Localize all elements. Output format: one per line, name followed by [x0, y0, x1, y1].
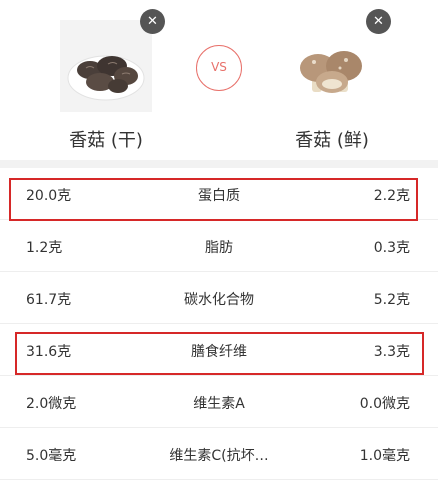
close-icon: ✕ — [147, 14, 158, 29]
remove-dried-shiitake-button[interactable]: ✕ — [140, 9, 165, 34]
right-value: 3.3克 — [373, 344, 410, 360]
left-food-name: 香菇 (干) — [69, 130, 143, 151]
nutrient-label: 碳水化合物 — [184, 292, 254, 308]
fresh-shiitake-photo-icon — [286, 20, 378, 112]
remove-fresh-shiitake-button[interactable]: ✕ — [366, 9, 391, 34]
table-row[interactable]: 5.0毫克 维生素C(抗坏… 1.0毫克 — [0, 428, 438, 480]
compare-header: ✕ 香菇 (干) VS ✕ 香菇 (鲜) — [0, 0, 438, 168]
right-value: 2.2克 — [373, 188, 410, 204]
nutrient-label: 膳食纤维 — [191, 344, 247, 360]
section-divider — [0, 160, 438, 168]
right-food-name: 香菇 (鲜) — [295, 130, 369, 151]
table-row[interactable]: 31.6克 膳食纤维 3.3克 — [0, 324, 438, 376]
table-row[interactable]: 61.7克 碳水化合物 5.2克 — [0, 272, 438, 324]
dried-shiitake-photo-icon — [60, 20, 152, 112]
vs-badge: VS — [196, 45, 242, 91]
nutrient-label: 蛋白质 — [198, 188, 240, 204]
right-value: 1.0毫克 — [359, 448, 410, 464]
right-value: 5.2克 — [373, 292, 410, 308]
food-card-fresh-shiitake[interactable]: ✕ 香菇 (鲜) — [262, 9, 402, 152]
nutrient-label: 脂肪 — [205, 240, 233, 256]
table-row[interactable]: 20.0克 蛋白质 2.2克 — [0, 168, 438, 221]
right-value: 0.0微克 — [359, 396, 410, 412]
table-row[interactable]: 2.0微克 维生素A 0.0微克 — [0, 376, 438, 428]
right-value: 0.3克 — [373, 240, 410, 256]
nutrient-comparison-table: 20.0克 蛋白质 2.2克 1.2克 脂肪 0.3克 61.7克 碳水化合物 … — [0, 168, 438, 480]
food-card-dried-shiitake[interactable]: ✕ 香菇 (干) — [36, 9, 176, 152]
close-icon: ✕ — [373, 14, 384, 29]
table-row[interactable]: 1.2克 脂肪 0.3克 — [0, 220, 438, 272]
dried-shiitake-image[interactable] — [60, 20, 152, 112]
fresh-shiitake-image[interactable] — [286, 20, 378, 112]
